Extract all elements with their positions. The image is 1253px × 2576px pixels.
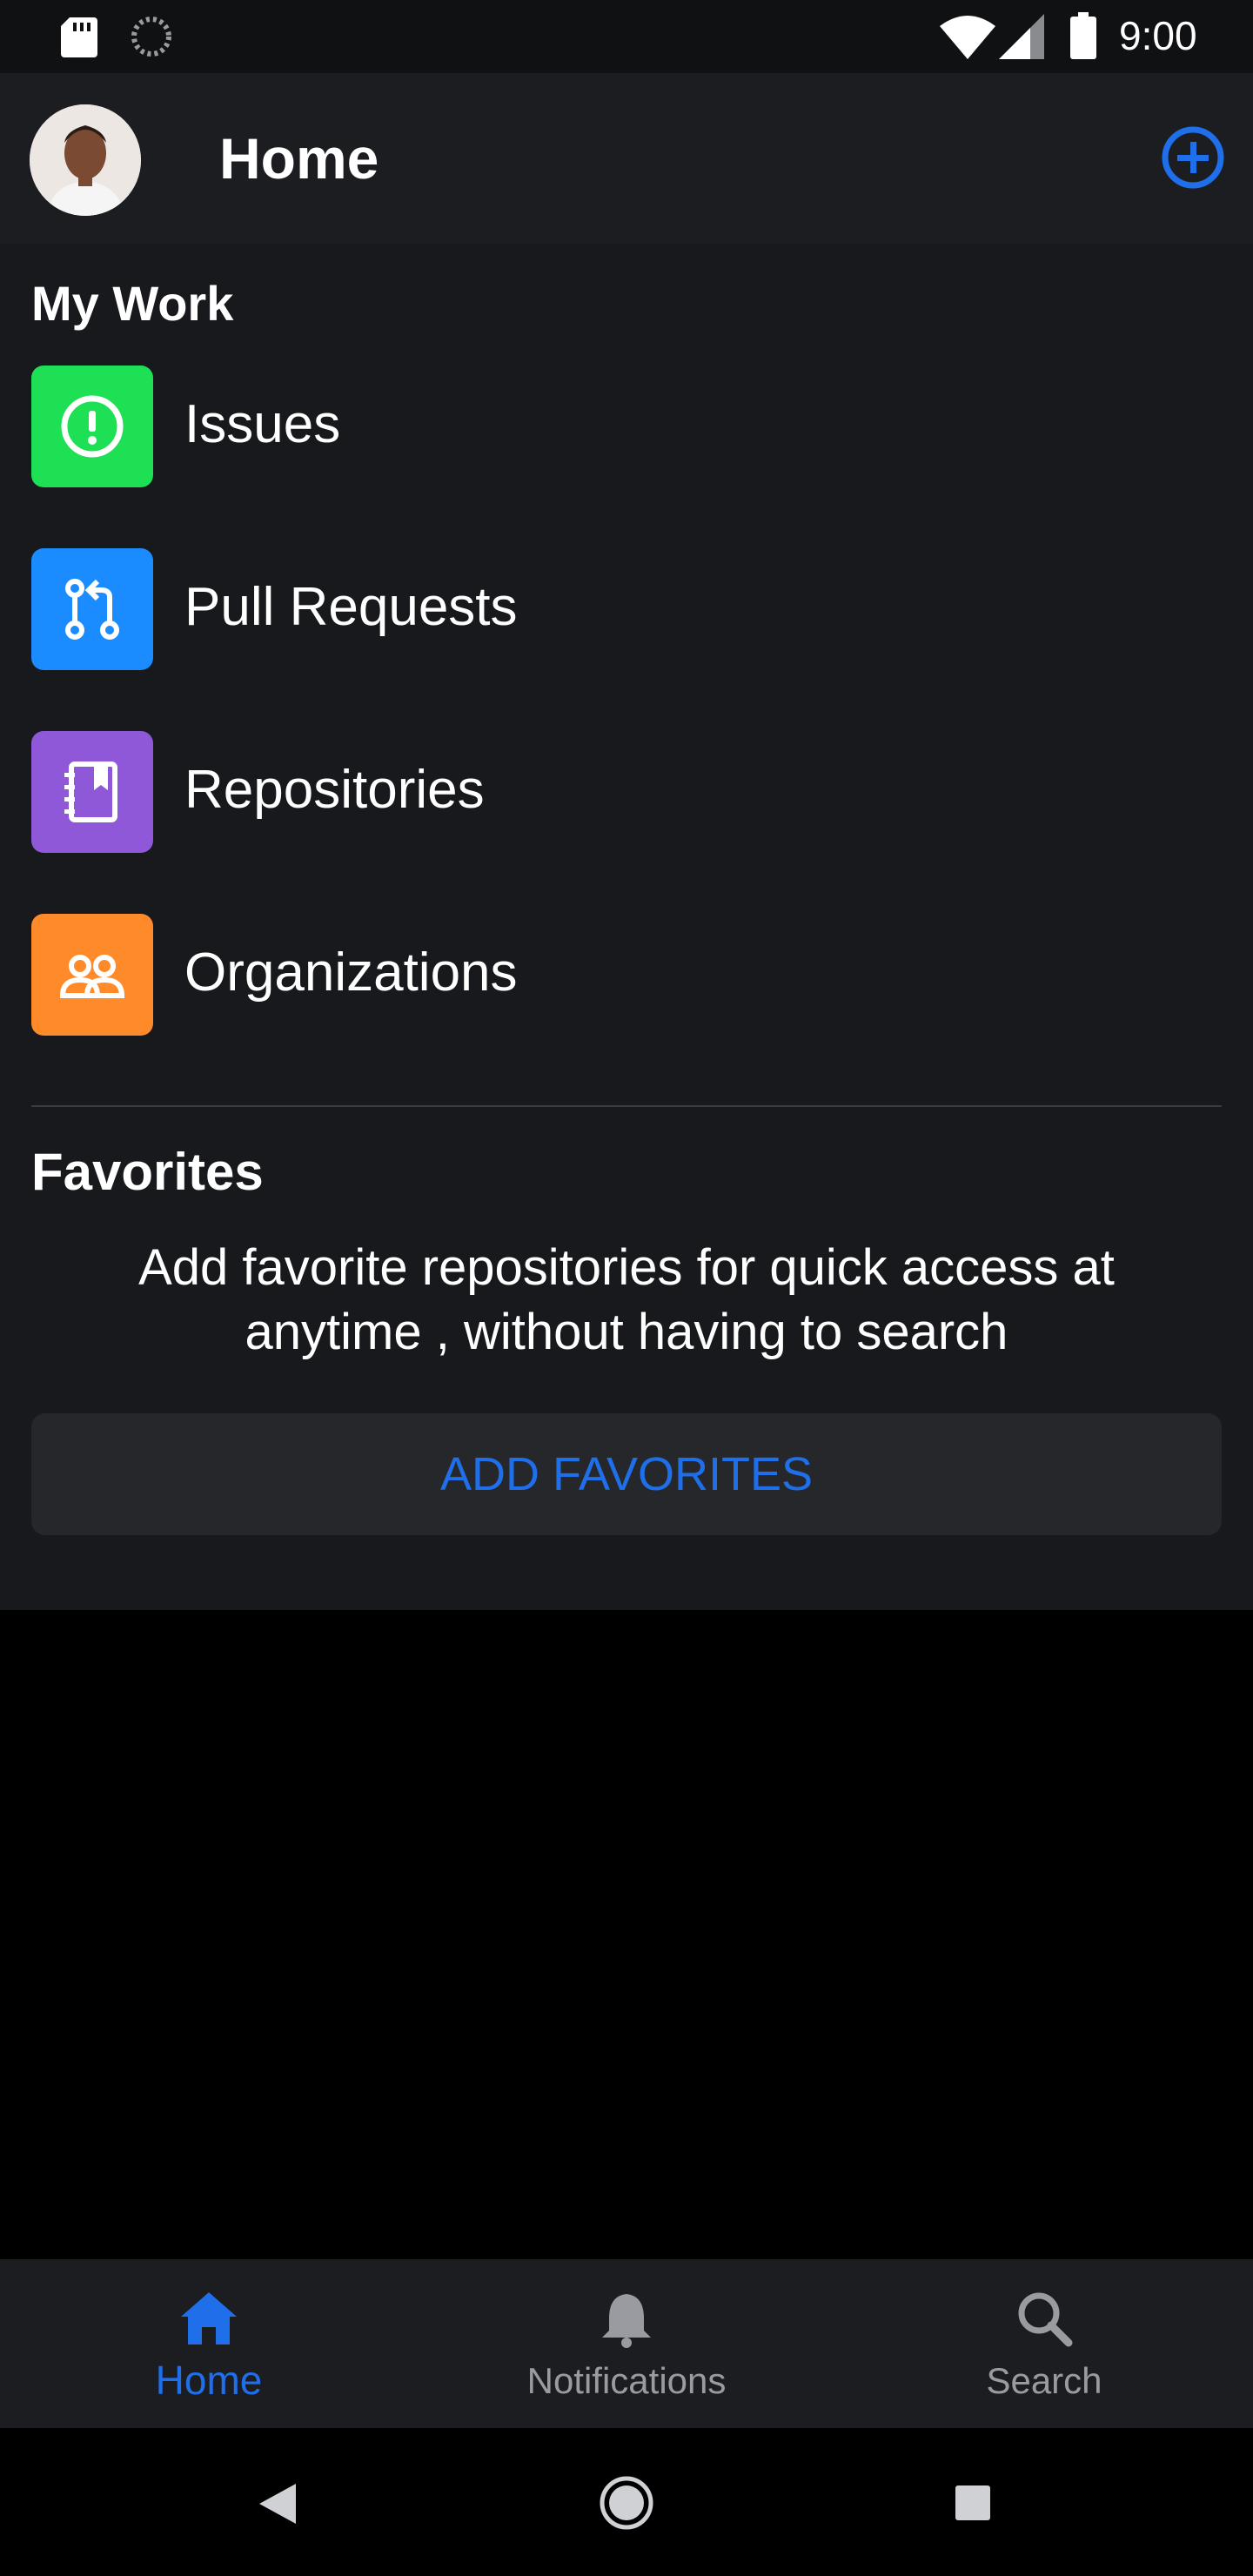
- home-circle-icon[interactable]: [597, 2473, 656, 2532]
- section-divider: [31, 1105, 1222, 1107]
- page-title: Home: [219, 126, 379, 191]
- repo-icon: [64, 761, 117, 822]
- pull-request-icon: [65, 579, 119, 640]
- wifi-icon: [940, 16, 995, 59]
- work-item-repositories[interactable]: Repositories: [0, 705, 1253, 862]
- nav-notifications[interactable]: Notifications: [418, 2259, 835, 2428]
- clock: 9:00: [1119, 13, 1197, 58]
- work-item-label: Repositories: [184, 760, 485, 820]
- nav-search[interactable]: Search: [835, 2259, 1253, 2428]
- favorites-title: Favorites: [31, 1143, 264, 1201]
- battery-icon: [1070, 12, 1096, 59]
- work-item-label: Organizations: [184, 943, 518, 1003]
- bell-icon: [602, 2294, 651, 2348]
- work-item-organizations[interactable]: Organizations: [0, 888, 1253, 1044]
- nav-home[interactable]: Home: [0, 2259, 418, 2428]
- favorites-description: Add favorite repositories for quick acce…: [138, 1239, 1115, 1360]
- work-item-label: Issues: [184, 394, 341, 454]
- add-favorites-button[interactable]: ADD FAVORITES: [31, 1413, 1222, 1535]
- issue-icon: [61, 395, 124, 458]
- system-nav-bar: [0, 2428, 1253, 2576]
- nav-label: Search: [986, 2360, 1102, 2401]
- repositories-tile: [31, 731, 153, 853]
- back-icon[interactable]: [258, 2482, 298, 2526]
- bottom-nav: Home Notifications Search: [0, 2259, 1253, 2428]
- home-icon: [181, 2292, 237, 2345]
- nav-label: Notifications: [526, 2360, 727, 2401]
- user-avatar[interactable]: [30, 104, 141, 216]
- organizations-tile: [31, 914, 153, 1036]
- loading-icon: [131, 17, 171, 57]
- work-item-issues[interactable]: Issues: [0, 339, 1253, 496]
- work-item-label: Pull Requests: [184, 577, 518, 637]
- home-content: My Work Issues Pull Requests Repositorie…: [0, 244, 1253, 1610]
- app-header: Home: [0, 73, 1253, 244]
- my-work-title: My Work: [31, 276, 234, 331]
- recents-icon[interactable]: [954, 2484, 992, 2522]
- pull-requests-tile: [31, 548, 153, 670]
- plus-circle-icon[interactable]: [1161, 125, 1225, 190]
- status-bar: 9:00: [0, 0, 1253, 73]
- organization-icon: [59, 955, 125, 998]
- sd-card-icon: [61, 17, 97, 57]
- work-item-pull-requests[interactable]: Pull Requests: [0, 522, 1253, 679]
- nav-label: Home: [155, 2358, 263, 2403]
- search-icon: [1018, 2292, 1073, 2347]
- signal-icon: [999, 14, 1044, 59]
- issues-tile: [31, 366, 153, 487]
